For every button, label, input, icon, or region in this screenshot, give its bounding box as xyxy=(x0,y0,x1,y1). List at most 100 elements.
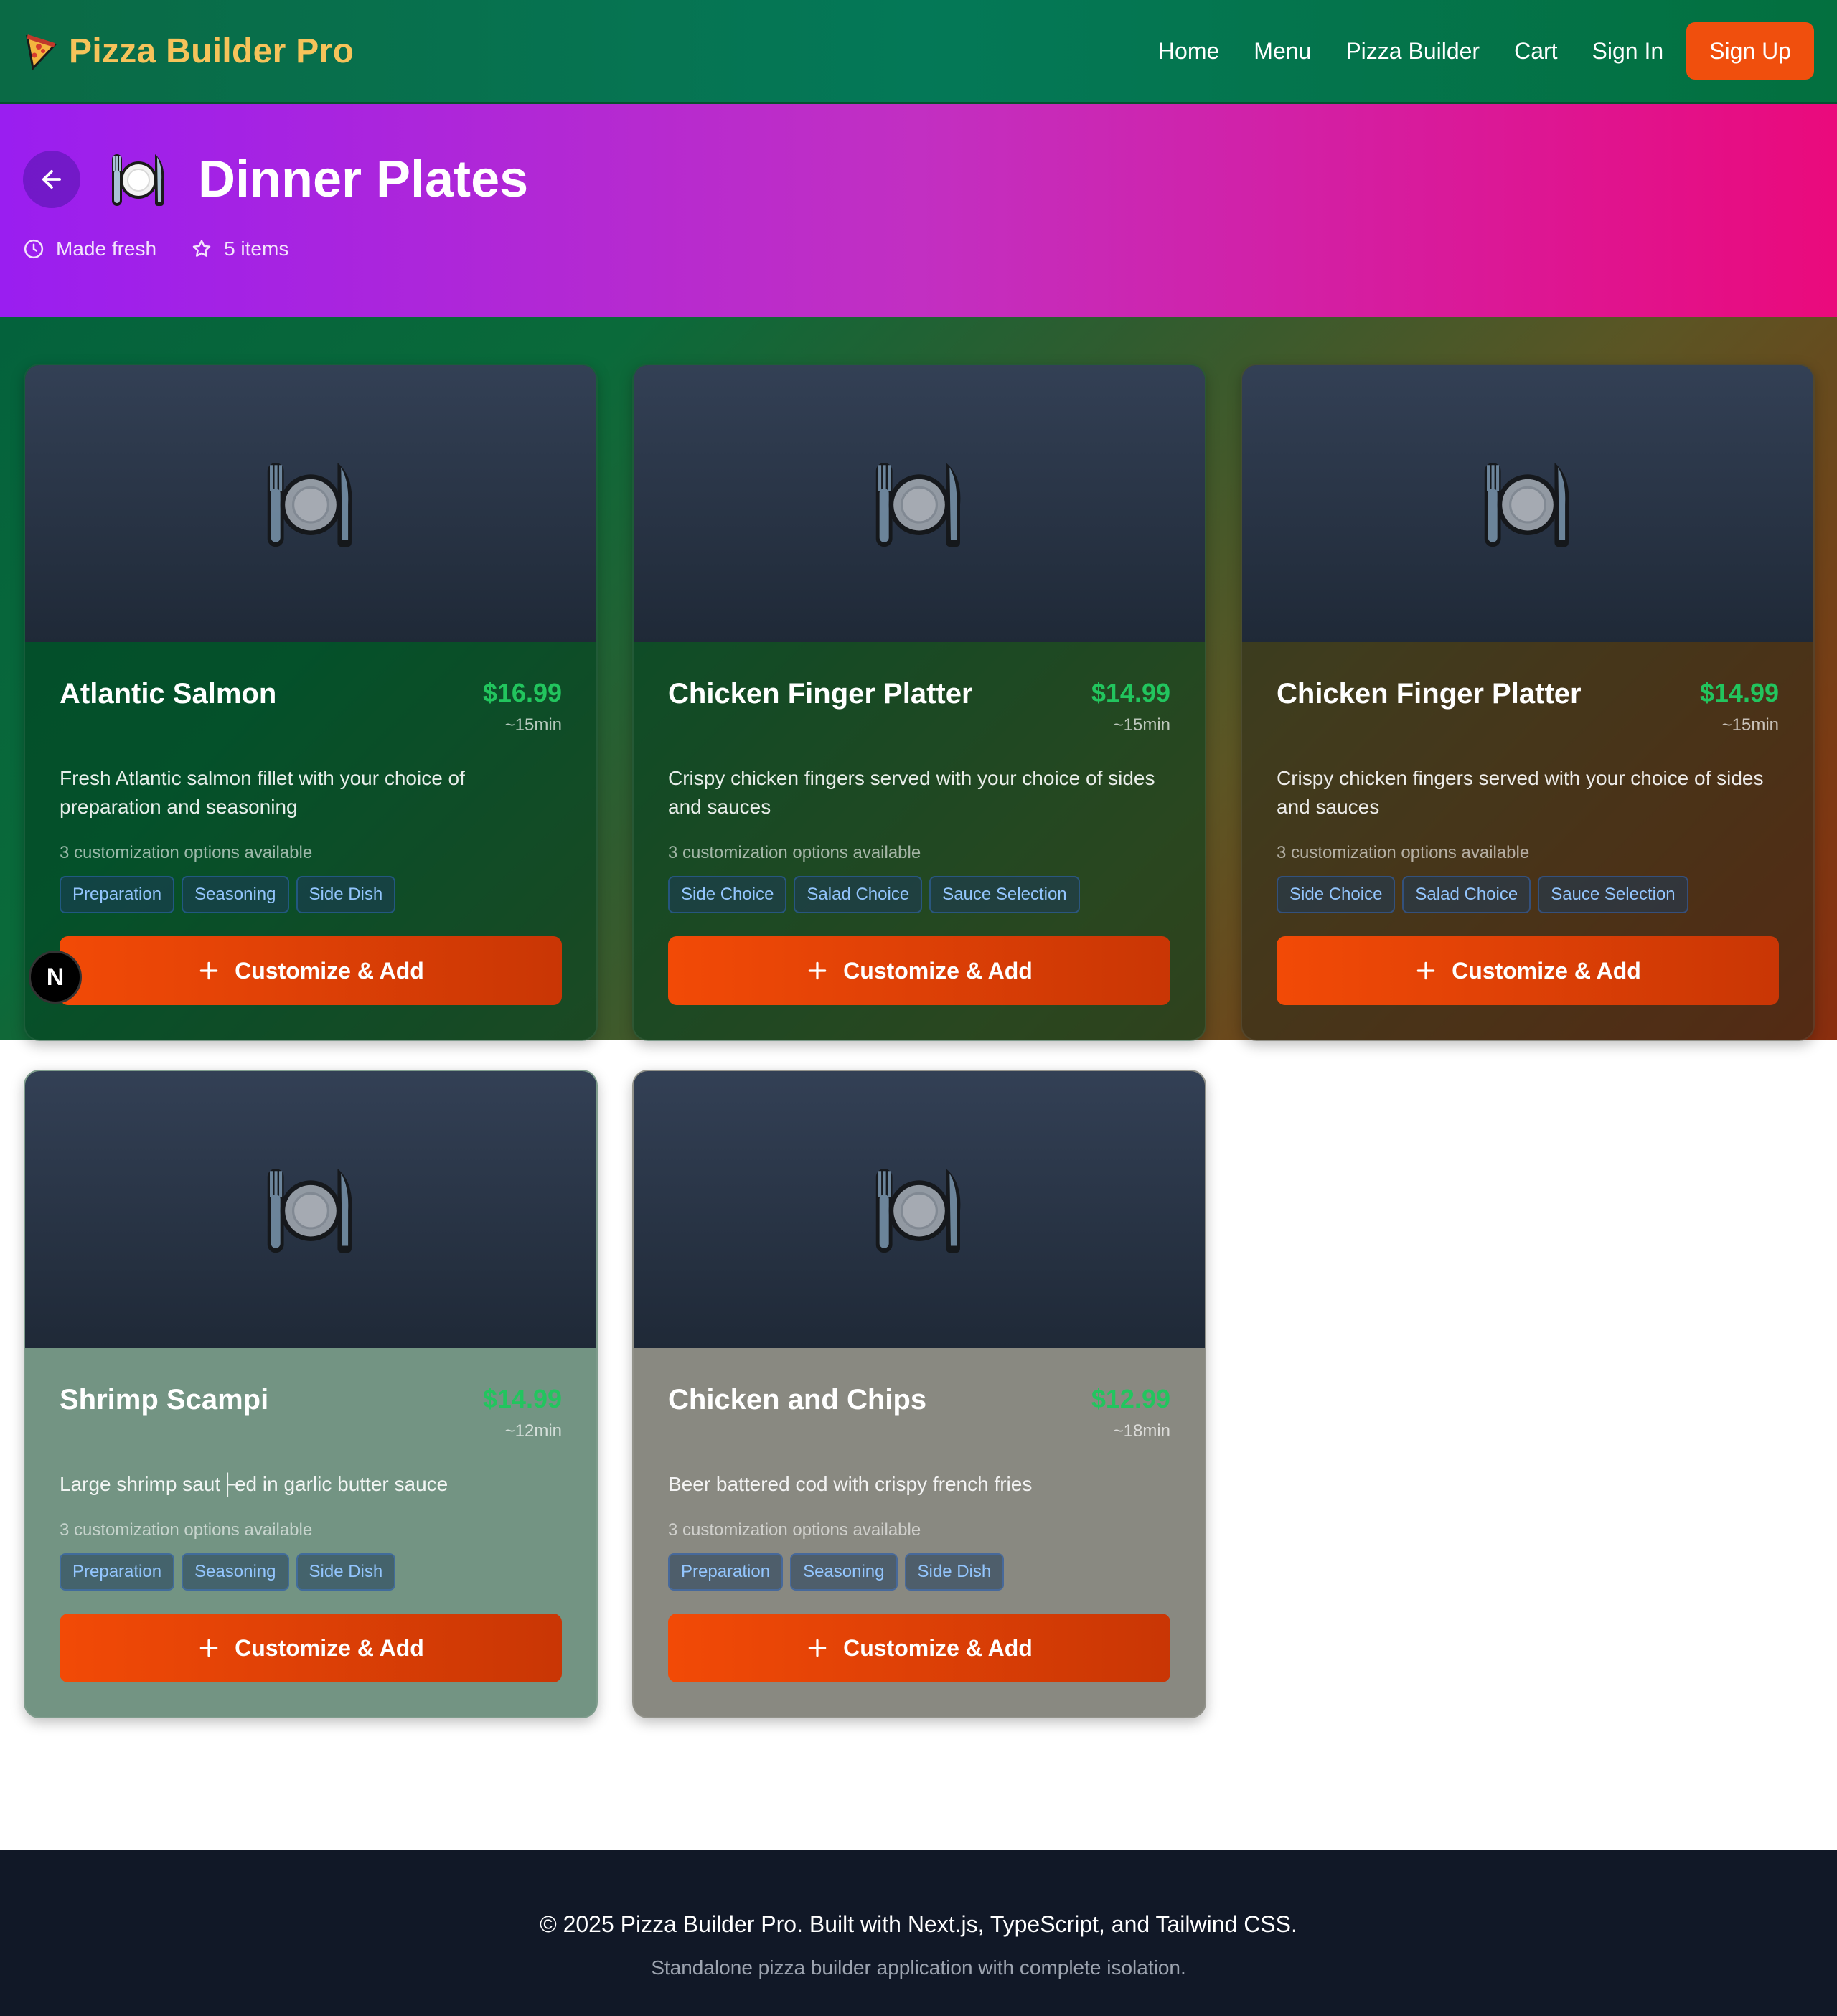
meta-fresh-label: Made fresh xyxy=(56,237,157,260)
customize-add-button[interactable]: Customize & Add xyxy=(668,1614,1170,1682)
nav-cart[interactable]: Cart xyxy=(1514,38,1557,65)
customize-add-label: Customize & Add xyxy=(235,1634,424,1661)
customize-add-label: Customize & Add xyxy=(843,957,1033,984)
card-image xyxy=(634,365,1205,642)
option-tag: Sauce Selection xyxy=(1538,876,1688,913)
plus-icon xyxy=(199,961,218,980)
plus-icon xyxy=(808,961,827,980)
option-tag: Side Dish xyxy=(296,1553,396,1591)
fork-knife-plate-icon xyxy=(875,463,961,547)
plus-icon xyxy=(808,1639,827,1657)
card-image xyxy=(25,365,596,642)
options-count: 3 customization options available xyxy=(1277,843,1530,862)
item-description: Beer battered cod with crispy french fri… xyxy=(668,1473,1033,1495)
footer-subtitle: Standalone pizza builder application wit… xyxy=(651,1956,1186,1979)
options-count: 3 customization options available xyxy=(60,1520,313,1540)
item-title: Chicken and Chips xyxy=(668,1384,927,1416)
menu-item-card[interactable]: Atlantic Salmon $16.99 ~15min Fresh Atla… xyxy=(24,364,598,1041)
customize-add-button[interactable]: Customize & Add xyxy=(668,936,1170,1005)
item-title: Shrimp Scampi xyxy=(60,1384,269,1416)
option-tag: Salad Choice xyxy=(794,876,923,913)
plus-icon xyxy=(1416,961,1435,980)
card-image xyxy=(25,1071,596,1348)
customize-add-label: Customize & Add xyxy=(235,957,424,984)
menu-item-card[interactable]: Chicken and Chips $12.99 ~18min Beer bat… xyxy=(632,1070,1206,1718)
item-price: $12.99 xyxy=(1091,1384,1170,1413)
footer: © 2025 Pizza Builder Pro. Built with Nex… xyxy=(0,1850,1837,2016)
options-count: 3 customization options available xyxy=(668,1520,921,1540)
fork-knife-plate-icon xyxy=(112,154,164,206)
prep-time: ~18min xyxy=(1113,1421,1170,1441)
item-description: Crispy chicken fingers served with your … xyxy=(668,767,1155,818)
option-tag: Salad Choice xyxy=(1402,876,1531,913)
item-price: $14.99 xyxy=(1699,678,1779,707)
menu-item-card[interactable]: Shrimp Scampi $14.99 ~12min Large shrimp… xyxy=(24,1070,598,1718)
options-count: 3 customization options available xyxy=(60,843,313,862)
nav-home[interactable]: Home xyxy=(1158,38,1219,65)
item-description: Crispy chicken fingers served with your … xyxy=(1277,767,1764,818)
nav-sign-in[interactable]: Sign In xyxy=(1592,38,1664,65)
item-price: $14.99 xyxy=(482,1384,562,1413)
options-count: 3 customization options available xyxy=(668,843,921,862)
fork-knife-plate-icon xyxy=(267,1169,352,1253)
meta-fresh: Made fresh xyxy=(23,237,156,260)
card-body: Chicken Finger Platter $14.99 ~15min Cri… xyxy=(1242,642,1813,1040)
option-tag: Side Choice xyxy=(1277,876,1396,913)
option-tag: Preparation xyxy=(668,1553,784,1591)
prep-time: ~12min xyxy=(504,1421,562,1441)
option-tag: Seasoning xyxy=(182,876,289,913)
option-tag: Sauce Selection xyxy=(929,876,1080,913)
brand[interactable]: Pizza Builder Pro xyxy=(23,31,354,71)
item-description: Large shrimp saut├ed in garlic butter sa… xyxy=(60,1473,448,1495)
option-tag: Side Dish xyxy=(904,1553,1005,1591)
nav-links: Home Menu Pizza Builder Cart Sign In Sig… xyxy=(1158,22,1814,80)
option-tag: Preparation xyxy=(60,876,175,913)
prep-time: ~15min xyxy=(1721,715,1779,735)
prep-time: ~15min xyxy=(504,715,562,735)
nav-menu[interactable]: Menu xyxy=(1254,38,1311,65)
customize-add-button[interactable]: Customize & Add xyxy=(1277,936,1779,1005)
option-tags: Side Choice Salad Choice Sauce Selection xyxy=(1277,876,1779,913)
item-title: Atlantic Salmon xyxy=(60,678,277,710)
item-title: Chicken Finger Platter xyxy=(1277,678,1582,710)
option-tag: Seasoning xyxy=(182,1553,289,1591)
item-price: $16.99 xyxy=(482,678,562,707)
menu-item-card[interactable]: Chicken Finger Platter $14.99 ~15min Cri… xyxy=(1241,364,1815,1041)
card-body: Atlantic Salmon $16.99 ~15min Fresh Atla… xyxy=(25,642,596,1040)
prep-time: ~15min xyxy=(1113,715,1170,735)
sign-up-button[interactable]: Sign Up xyxy=(1686,22,1814,80)
card-body: Shrimp Scampi $14.99 ~12min Large shrimp… xyxy=(25,1348,596,1717)
arrow-left-icon xyxy=(42,170,61,189)
option-tags: Side Choice Salad Choice Sauce Selection xyxy=(668,876,1170,913)
customize-add-label: Customize & Add xyxy=(843,1634,1033,1661)
fork-knife-plate-icon xyxy=(267,463,352,547)
back-button[interactable] xyxy=(23,151,80,208)
option-tag: Side Dish xyxy=(296,876,396,913)
customize-add-button[interactable]: Customize & Add xyxy=(60,936,562,1005)
menu-item-card[interactable]: Chicken Finger Platter $14.99 ~15min Cri… xyxy=(632,364,1206,1041)
card-body: Chicken Finger Platter $14.99 ~15min Cri… xyxy=(634,642,1205,1040)
item-price: $14.99 xyxy=(1091,678,1170,707)
customize-add-button[interactable]: Customize & Add xyxy=(60,1614,562,1682)
item-description: Fresh Atlantic salmon fillet with your c… xyxy=(60,767,465,818)
pizza-icon xyxy=(26,34,57,71)
nextjs-dev-badge[interactable]: N xyxy=(29,951,82,1004)
fork-knife-plate-icon xyxy=(1484,463,1569,547)
category-meta: Made fresh 5 items xyxy=(23,237,1814,260)
fork-knife-plate-icon xyxy=(875,1169,961,1253)
nav-pizza-builder[interactable]: Pizza Builder xyxy=(1345,38,1480,65)
clock-icon xyxy=(24,239,44,259)
star-icon xyxy=(192,240,211,257)
customize-add-label: Customize & Add xyxy=(1452,957,1641,984)
option-tags: Preparation Seasoning Side Dish xyxy=(60,876,562,913)
option-tag: Seasoning xyxy=(790,1553,898,1591)
top-navbar: Pizza Builder Pro Home Menu Pizza Builde… xyxy=(0,0,1837,104)
option-tags: Preparation Seasoning Side Dish xyxy=(60,1553,562,1591)
card-image xyxy=(634,1071,1205,1348)
card-image xyxy=(1242,365,1813,642)
option-tags: Preparation Seasoning Side Dish xyxy=(668,1553,1170,1591)
meta-items-label: 5 items xyxy=(224,237,289,260)
item-title: Chicken Finger Platter xyxy=(668,678,973,710)
category-header: Dinner Plates Made fresh 5 items xyxy=(0,104,1837,317)
brand-title: Pizza Builder Pro xyxy=(69,32,354,70)
